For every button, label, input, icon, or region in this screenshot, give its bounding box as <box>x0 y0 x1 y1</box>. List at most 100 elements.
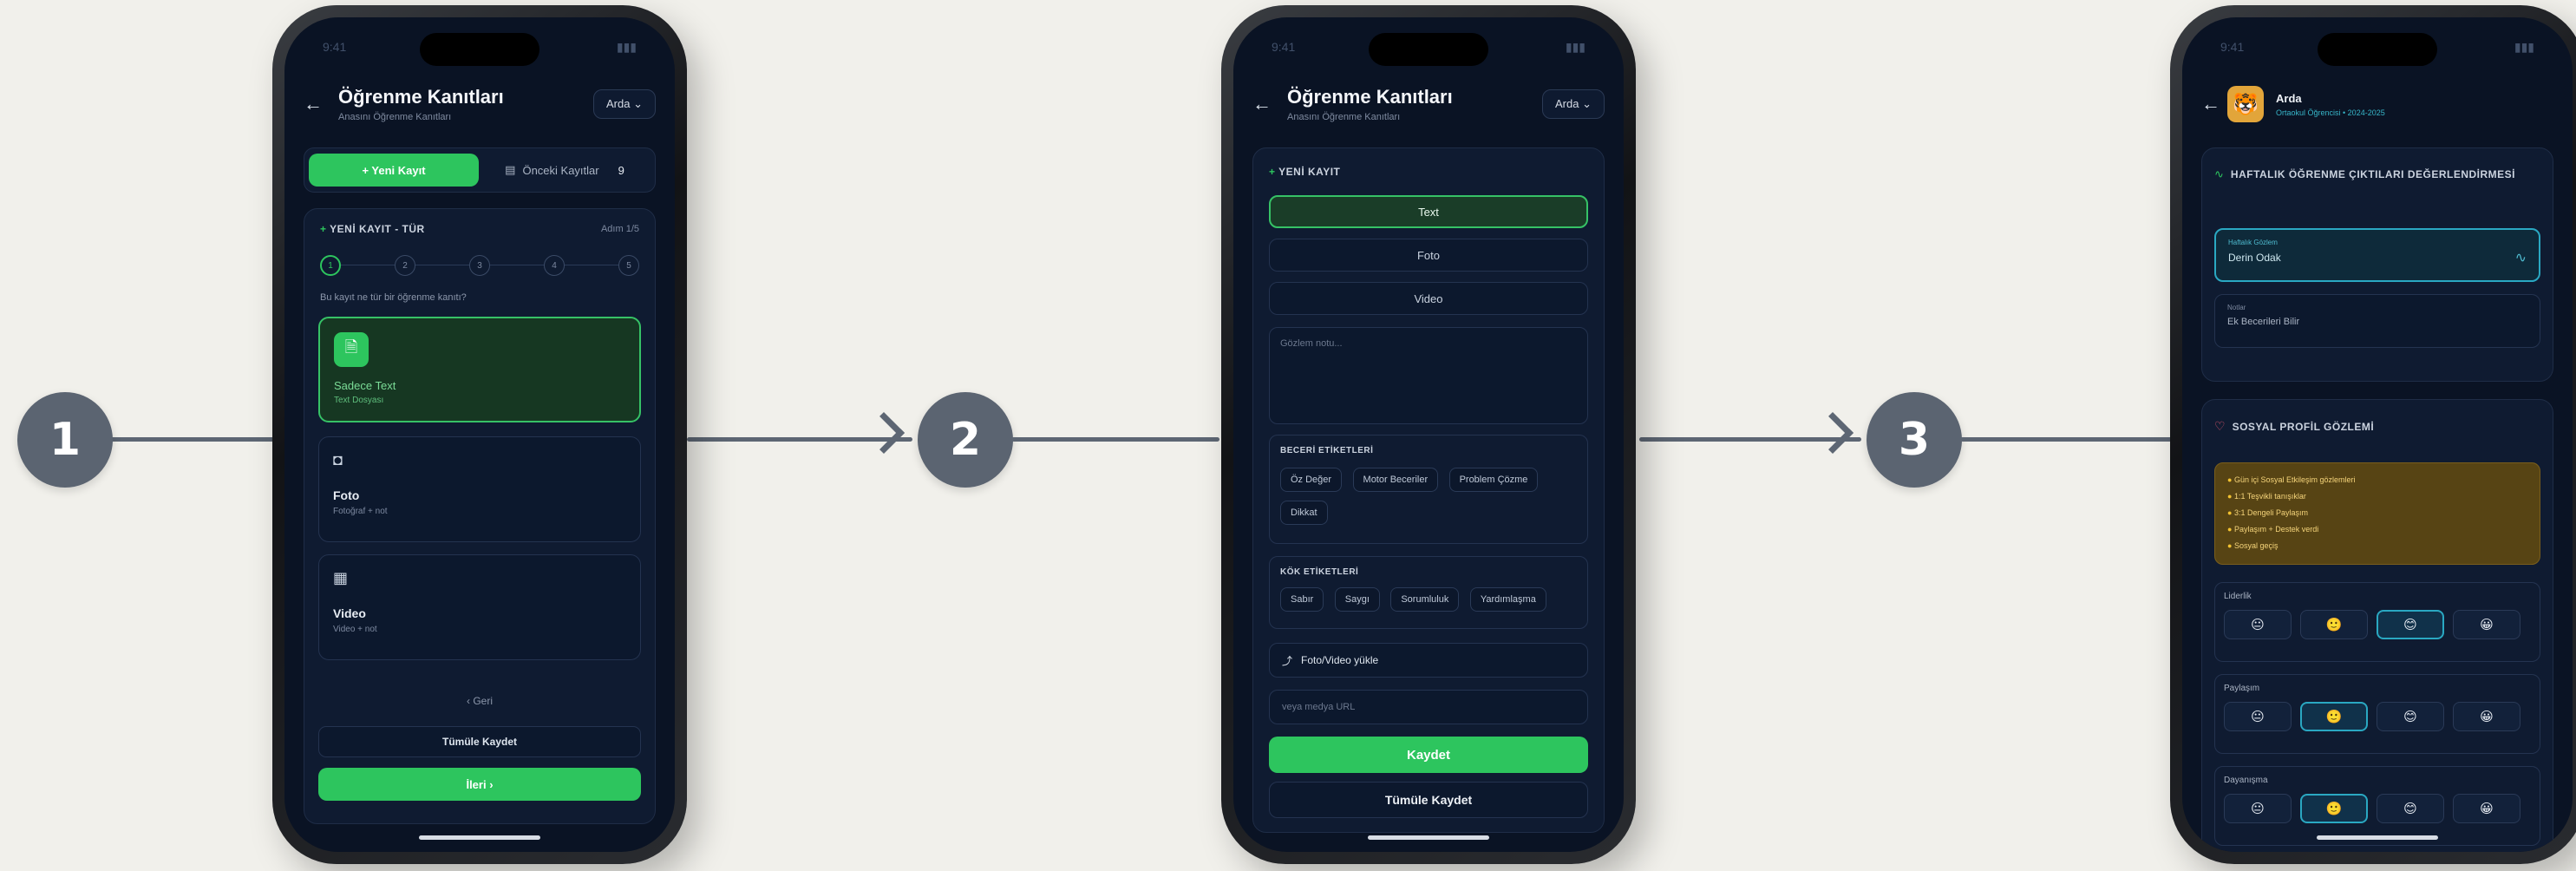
rating-option-selected[interactable]: 🙂 <box>2300 702 2368 731</box>
rating-option[interactable]: 😀 <box>2453 610 2520 639</box>
arrow-right-icon <box>1811 411 1854 455</box>
app-header: ← Öğrenme Kanıtları Anasını Öğrenme Kanı… <box>1252 78 1605 130</box>
rating-row: Paylaşım 😐 🙂 😊 😀 <box>2214 674 2540 754</box>
user-name: Arda <box>2276 91 2302 105</box>
skills-group: BECERİ ETİKETLERİ Öz Değer Motor Beceril… <box>1269 435 1588 544</box>
type-photo[interactable]: Foto <box>1269 239 1588 272</box>
quick-save-button[interactable]: Tümüle Kaydet <box>318 726 641 757</box>
step-badge-2: 2 <box>918 392 1013 488</box>
field-label: Notlar <box>2227 304 2246 311</box>
upload-button[interactable]: ⤴ Foto/Video yükle <box>1269 643 1588 678</box>
phone-screen: 9:41 ▮▮▮ ← 🐯 Arda Ortaokul Öğrencisi • 20… <box>2182 17 2573 852</box>
upload-icon: ⤴ <box>1282 654 1293 667</box>
progress-step-3: 3 <box>469 255 490 276</box>
tab-bar: + Yeni Kayıt ▤ Önceki Kayıtlar 9 <box>304 147 656 193</box>
option-video[interactable]: ▦ Video Video + not <box>318 554 641 660</box>
media-url-input[interactable]: veya medya URL <box>1269 690 1588 724</box>
note-textarea[interactable]: Gözlem notu... <box>1269 327 1588 424</box>
connector-line <box>87 437 286 442</box>
progress-step-2: 2 <box>395 255 415 276</box>
note-item: ● Gün içi Sosyal Etkileşim gözlemleri <box>2227 475 2356 484</box>
rating-label: Dayanışma <box>2224 776 2268 785</box>
page-subtitle: Anasını Öğrenme Kanıtları <box>1287 112 1401 122</box>
app-header: ← Öğrenme Kanıtları Anasını Öğrenme Kanı… <box>304 78 656 130</box>
step-badge-3: 3 <box>1867 392 1962 488</box>
phone-screen: 9:41 ▮▮▮ ← Öğrenme Kanıtları Anasını Öğre… <box>284 17 675 852</box>
rating-option[interactable]: 😊 <box>2377 702 2444 731</box>
phone-2: 9:41 ▮▮▮ ← Öğrenme Kanıtları Anasını Öğre… <box>1221 5 1636 864</box>
value-chip[interactable]: Saygı <box>1334 587 1380 612</box>
option-sub: Fotoğraf + not <box>333 507 388 516</box>
phone-screen: 9:41 ▮▮▮ ← Öğrenme Kanıtları Anasını Öğre… <box>1233 17 1624 852</box>
tab-previous-records[interactable]: ▤ Önceki Kayıtlar 9 <box>479 163 651 177</box>
rating-option[interactable]: 😀 <box>2453 794 2520 823</box>
back-arrow-icon[interactable]: ← <box>1252 93 1278 115</box>
skill-chip[interactable]: Öz Değer <box>1280 468 1343 492</box>
rating-option[interactable]: 🙂 <box>2300 610 2368 639</box>
type-text[interactable]: Text <box>1269 195 1588 228</box>
text-icon: 🗎 <box>334 332 369 367</box>
progress-step-5: 5 <box>618 255 639 276</box>
weekly-field-2[interactable]: Notlar Ek Becerileri Bilir <box>2214 294 2540 348</box>
tab-new-record[interactable]: + Yeni Kayıt <box>309 154 479 187</box>
app-header: ← 🐯 Arda Ortaokul Öğrencisi • 2024-2025 <box>2201 78 2553 130</box>
option-text[interactable]: 🗎 Sadece Text Text Dosyası <box>318 317 641 422</box>
progress-step-1: 1 <box>320 255 341 276</box>
wizard-question: Bu kayıt ne tür bir öğrenme kanıtı? <box>320 292 467 303</box>
home-indicator <box>419 835 540 840</box>
user-selector[interactable]: Arda ⌄ <box>593 89 656 119</box>
field-label: Haftalık Gözlem <box>2228 239 2278 246</box>
back-arrow-icon[interactable]: ← <box>304 93 330 115</box>
weekly-field-1[interactable]: Haftalık Gözlem Derin Odak ∿ <box>2214 228 2540 282</box>
rating-option-selected[interactable]: 😊 <box>2377 610 2444 639</box>
option-sub: Text Dosyası <box>334 396 384 405</box>
rating-option[interactable]: 😐 <box>2224 702 2292 731</box>
rating-option[interactable]: 😐 <box>2224 794 2292 823</box>
value-chip[interactable]: Sorumluluk <box>1390 587 1460 612</box>
connector-line <box>1960 437 2182 442</box>
section-title: + YENİ KAYIT <box>1269 166 1341 178</box>
wizard-step-count: Adım 1/5 <box>600 224 639 234</box>
document-icon: ▤ <box>505 163 516 176</box>
camera-icon: ◘ <box>333 451 343 468</box>
values-group: KÖK ETİKETLERİ Sabır Saygı Sorumluluk Ya… <box>1269 556 1588 629</box>
avatar: 🐯 <box>2227 86 2264 122</box>
quick-save-button[interactable]: Tümüle Kaydet <box>1269 782 1588 818</box>
rating-option[interactable]: 😊 <box>2377 794 2444 823</box>
social-title: ♡ SOSYAL PROFİL GÖZLEMİ <box>2214 419 2375 433</box>
save-button[interactable]: Kaydet <box>1269 737 1588 773</box>
wizard-card: + YENİ KAYIT - TÜR Adım 1/5 1 2 3 4 5 Bu… <box>304 208 656 824</box>
rating-option[interactable]: 😐 <box>2224 610 2292 639</box>
phone-3: 9:41 ▮▮▮ ← 🐯 Arda Ortaokul Öğrencisi • 20… <box>2170 5 2576 864</box>
option-label: Video <box>333 606 366 620</box>
skill-chip[interactable]: Problem Çözme <box>1448 468 1539 492</box>
social-card: ♡ SOSYAL PROFİL GÖZLEMİ ● Gün içi Sosyal… <box>2201 399 2553 852</box>
rating-option[interactable]: 😀 <box>2453 702 2520 731</box>
wizard-progress: 1 2 3 4 5 <box>320 254 639 277</box>
home-indicator <box>2317 835 2438 840</box>
home-indicator <box>1368 835 1489 840</box>
value-chip[interactable]: Yardımlaşma <box>1469 587 1546 612</box>
phone-1: 9:41 ▮▮▮ ← Öğrenme Kanıtları Anasını Öğre… <box>272 5 687 864</box>
rating-option-selected[interactable]: 🙂 <box>2300 794 2368 823</box>
note-item: ● Paylaşım + Destek verdi <box>2227 525 2319 534</box>
page-title: Öğrenme Kanıtları <box>338 86 504 108</box>
user-selector[interactable]: Arda ⌄ <box>1542 89 1605 119</box>
option-photo[interactable]: ◘ Foto Fotoğraf + not <box>318 436 641 542</box>
back-arrow-icon[interactable]: ← <box>2201 93 2227 115</box>
option-label: Foto <box>333 488 360 502</box>
user-meta: Ortaokul Öğrencisi • 2024-2025 <box>2276 108 2385 117</box>
value-chip[interactable]: Sabır <box>1280 587 1324 612</box>
pulse-icon: ∿ <box>2514 251 2527 265</box>
next-button[interactable]: İleri › <box>318 768 641 801</box>
values-label: KÖK ETİKETLERİ <box>1280 567 1359 577</box>
step-badge-1: 1 <box>17 392 113 488</box>
skill-chip[interactable]: Motor Beceriler <box>1352 468 1439 492</box>
skill-chip[interactable]: Dikkat <box>1280 501 1328 525</box>
plus-icon: + <box>320 223 327 235</box>
type-video[interactable]: Video <box>1269 282 1588 315</box>
wizard-title: + YENİ KAYIT - TÜR <box>320 223 425 235</box>
arrow-right-icon <box>862 411 906 455</box>
back-button[interactable]: ‹ Geri <box>304 695 655 707</box>
film-icon: ▦ <box>333 569 349 586</box>
